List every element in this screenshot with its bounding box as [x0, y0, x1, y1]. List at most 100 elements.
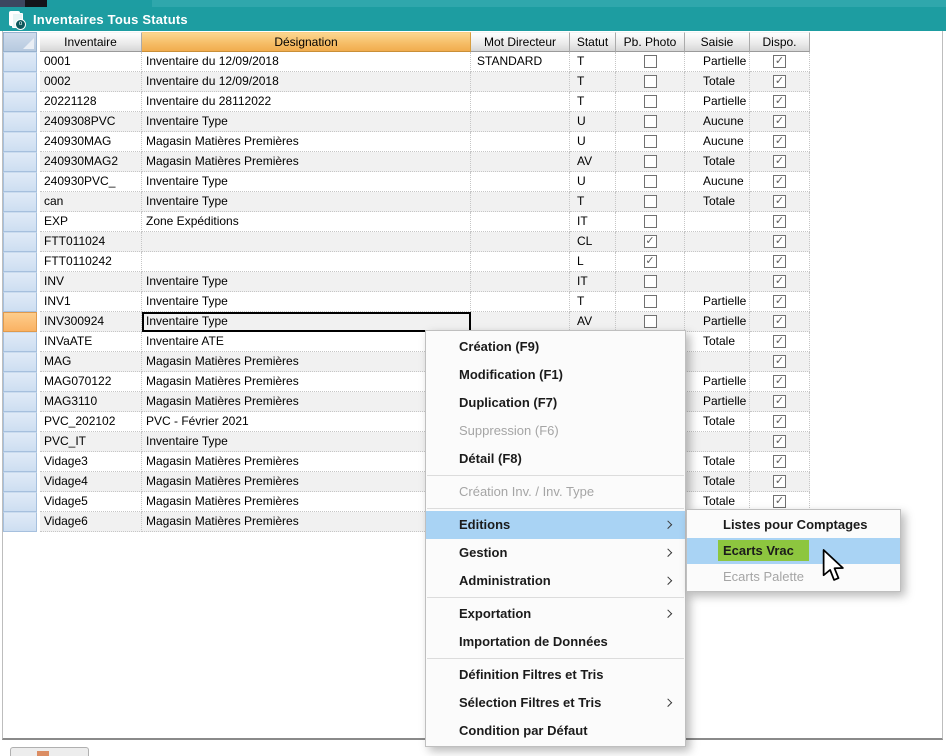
cell-statut[interactable]: T — [570, 52, 616, 72]
dispo-checkbox[interactable] — [773, 95, 786, 108]
cell-inventaire[interactable]: 240930PVC_ — [40, 172, 142, 192]
pb-photo-checkbox[interactable] — [644, 75, 657, 88]
column-header-pb-photo[interactable]: Pb. Photo — [616, 32, 685, 52]
cell-inventaire[interactable]: can — [40, 192, 142, 212]
pb-photo-checkbox[interactable] — [644, 55, 657, 68]
cell-pb-photo[interactable] — [616, 272, 685, 292]
cell-inventaire[interactable]: INV300924 — [40, 312, 142, 332]
cell-saisie[interactable] — [685, 252, 750, 272]
menu-item-duplication-f7[interactable]: Duplication (F7) — [426, 389, 685, 417]
cell-statut[interactable]: T — [570, 72, 616, 92]
cell-designation[interactable]: Zone Expéditions — [142, 212, 471, 232]
cell-dispo[interactable] — [750, 112, 810, 132]
cell-pb-photo[interactable] — [616, 72, 685, 92]
cell-inventaire[interactable]: MAG3110 — [40, 392, 142, 412]
cell-dispo[interactable] — [750, 192, 810, 212]
cell-dispo[interactable] — [750, 152, 810, 172]
cell-statut[interactable]: T — [570, 92, 616, 112]
row-selector[interactable] — [3, 432, 37, 452]
cell-saisie[interactable] — [685, 212, 750, 232]
row-selector[interactable] — [3, 312, 37, 332]
column-header-dispo[interactable]: Dispo. — [750, 32, 810, 52]
cell-saisie[interactable]: Totale — [685, 472, 750, 492]
cell-mot-directeur[interactable] — [471, 172, 570, 192]
dispo-checkbox[interactable] — [773, 115, 786, 128]
cell-dispo[interactable] — [750, 372, 810, 392]
cell-saisie[interactable]: Aucune — [685, 172, 750, 192]
cell-designation[interactable]: Inventaire Type — [142, 112, 471, 132]
row-selector[interactable] — [3, 92, 37, 112]
cell-dispo[interactable] — [750, 272, 810, 292]
row-selector[interactable] — [3, 412, 37, 432]
column-header-inventaire[interactable]: Inventaire — [40, 32, 142, 52]
cell-mot-directeur[interactable] — [471, 92, 570, 112]
cell-statut[interactable]: AV — [570, 312, 616, 332]
cell-saisie[interactable]: Totale — [685, 192, 750, 212]
partial-toolbar-button[interactable] — [10, 747, 89, 756]
cell-inventaire[interactable]: 240930MAG — [40, 132, 142, 152]
pb-photo-checkbox[interactable] — [644, 275, 657, 288]
dispo-checkbox[interactable] — [773, 55, 786, 68]
cell-statut[interactable]: IT — [570, 272, 616, 292]
cell-designation[interactable]: Magasin Matières Premières — [142, 472, 471, 492]
cell-statut[interactable]: T — [570, 292, 616, 312]
cell-designation[interactable]: Magasin Matières Premières — [142, 132, 471, 152]
dispo-checkbox[interactable] — [773, 455, 786, 468]
cell-pb-photo[interactable] — [616, 252, 685, 272]
cell-saisie[interactable] — [685, 352, 750, 372]
cell-mot-directeur[interactable] — [471, 72, 570, 92]
cell-statut[interactable]: T — [570, 192, 616, 212]
pb-photo-checkbox[interactable] — [644, 235, 657, 248]
cell-pb-photo[interactable] — [616, 212, 685, 232]
dispo-checkbox[interactable] — [773, 475, 786, 488]
cell-statut[interactable]: CL — [570, 232, 616, 252]
cell-inventaire[interactable]: Vidage3 — [40, 452, 142, 472]
menu-item-gestion[interactable]: Gestion — [426, 539, 685, 567]
pb-photo-checkbox[interactable] — [644, 135, 657, 148]
cell-designation[interactable]: Magasin Matières Premières — [142, 372, 471, 392]
cell-dispo[interactable] — [750, 312, 810, 332]
cell-statut[interactable]: AV — [570, 152, 616, 172]
submenu-item-listes-pour-comptages[interactable]: Listes pour Comptages — [687, 512, 900, 538]
cell-dispo[interactable] — [750, 352, 810, 372]
menu-item-selection-filtres-et-tris[interactable]: Sélection Filtres et Tris — [426, 689, 685, 717]
cell-designation[interactable]: Magasin Matières Premières — [142, 452, 471, 472]
row-selector[interactable] — [3, 132, 37, 152]
pb-photo-checkbox[interactable] — [644, 295, 657, 308]
cell-inventaire[interactable]: 2409308PVC — [40, 112, 142, 132]
menu-item-condition-par-defaut[interactable]: Condition par Défaut — [426, 717, 685, 745]
cell-saisie[interactable] — [685, 272, 750, 292]
dispo-checkbox[interactable] — [773, 375, 786, 388]
pb-photo-checkbox[interactable] — [644, 255, 657, 268]
row-selector[interactable] — [3, 192, 37, 212]
dispo-checkbox[interactable] — [773, 155, 786, 168]
cell-designation[interactable]: Magasin Matières Premières — [142, 492, 471, 512]
cell-mot-directeur[interactable] — [471, 112, 570, 132]
dispo-checkbox[interactable] — [773, 295, 786, 308]
dispo-checkbox[interactable] — [773, 315, 786, 328]
row-selector[interactable] — [3, 112, 37, 132]
menu-item-modification-f1[interactable]: Modification (F1) — [426, 361, 685, 389]
cell-pb-photo[interactable] — [616, 112, 685, 132]
cell-saisie[interactable]: Partielle — [685, 92, 750, 112]
cell-pb-photo[interactable] — [616, 312, 685, 332]
column-header-statut[interactable]: Statut — [570, 32, 616, 52]
cell-inventaire[interactable]: Vidage5 — [40, 492, 142, 512]
cell-designation[interactable]: Magasin Matières Premières — [142, 152, 471, 172]
cell-pb-photo[interactable] — [616, 232, 685, 252]
cell-saisie[interactable]: Partielle — [685, 292, 750, 312]
cell-mot-directeur[interactable]: STANDARD — [471, 52, 570, 72]
cell-designation[interactable]: Inventaire Type — [142, 272, 471, 292]
row-selector[interactable] — [3, 172, 37, 192]
cell-mot-directeur[interactable] — [471, 312, 570, 332]
cell-dispo[interactable] — [750, 412, 810, 432]
cell-inventaire[interactable]: Vidage6 — [40, 512, 142, 532]
cell-saisie[interactable]: Totale — [685, 72, 750, 92]
cell-designation[interactable]: Inventaire du 12/09/2018 — [142, 72, 471, 92]
cell-inventaire[interactable]: 0001 — [40, 52, 142, 72]
cell-inventaire[interactable]: INV1 — [40, 292, 142, 312]
pb-photo-checkbox[interactable] — [644, 115, 657, 128]
menu-item-editions[interactable]: Editions — [426, 511, 685, 539]
menu-item-administration[interactable]: Administration — [426, 567, 685, 595]
cell-saisie[interactable] — [685, 432, 750, 452]
